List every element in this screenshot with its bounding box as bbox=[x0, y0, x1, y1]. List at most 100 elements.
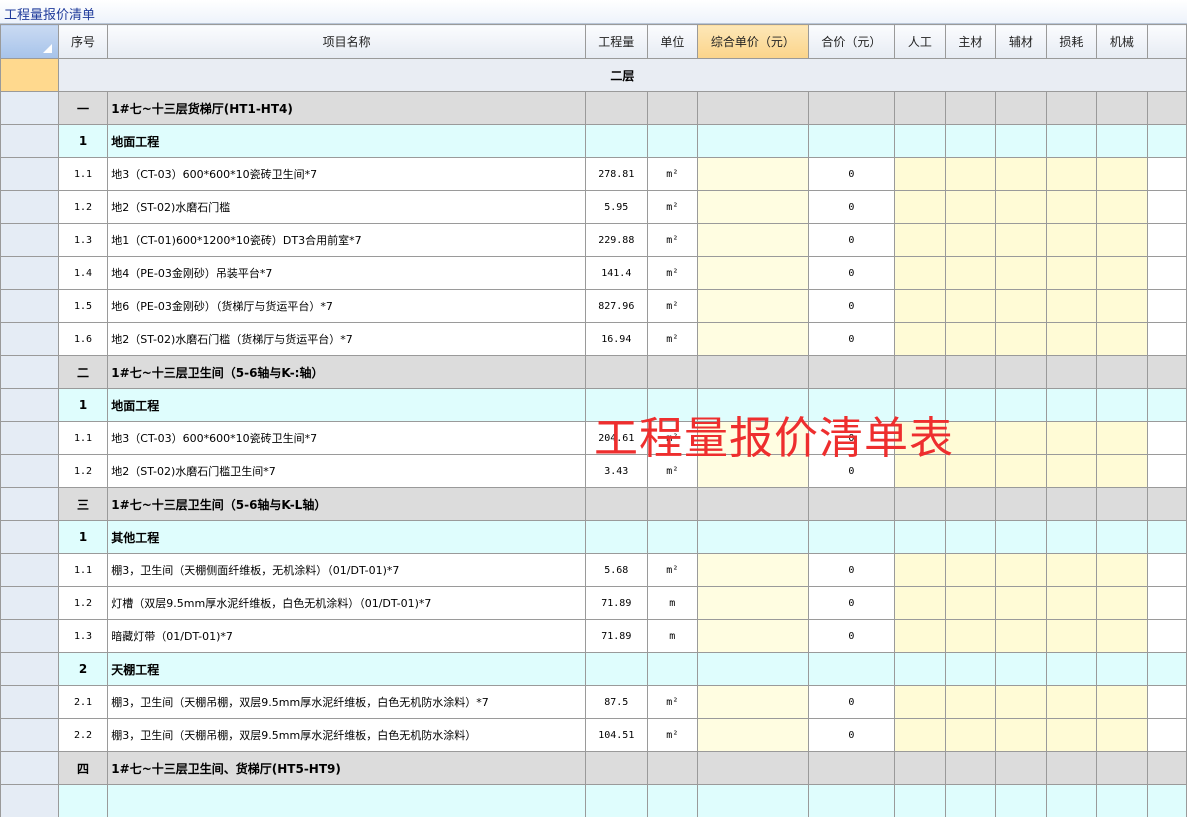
row-header[interactable] bbox=[0, 355, 59, 389]
unit-cell[interactable]: m² bbox=[646, 190, 699, 224]
loss-cell[interactable] bbox=[1045, 91, 1098, 125]
machine-cell[interactable] bbox=[1096, 322, 1148, 356]
item-name-cell[interactable] bbox=[107, 784, 587, 817]
loss-cell[interactable] bbox=[1045, 619, 1098, 653]
main-material-cell[interactable] bbox=[944, 619, 997, 653]
item-name-cell[interactable]: 地2（ST-02)水磨石门槛（货梯厅与货运平台）*7 bbox=[107, 322, 587, 356]
item-name-cell[interactable]: 暗藏灯带（01/DT-01)*7 bbox=[107, 619, 587, 653]
item-name-cell[interactable]: 1#七~十三层货梯厅(HT1-HT4) bbox=[107, 91, 587, 125]
seq-cell[interactable]: 1.1 bbox=[57, 421, 109, 455]
seq-cell[interactable]: 1.5 bbox=[57, 289, 109, 323]
unit-price-cell[interactable] bbox=[697, 256, 809, 290]
unit-cell[interactable]: m² bbox=[646, 256, 699, 290]
qty-cell[interactable] bbox=[585, 652, 648, 686]
qty-cell[interactable]: 278.81 bbox=[585, 157, 648, 191]
main-material-cell[interactable] bbox=[944, 751, 997, 785]
item-name-cell[interactable]: 1#七~十三层卫生间（5-6轴与K-:轴） bbox=[107, 355, 587, 389]
unit-price-cell[interactable] bbox=[697, 289, 809, 323]
aux-material-cell[interactable] bbox=[995, 520, 1047, 554]
seq-cell[interactable]: 1.1 bbox=[57, 553, 109, 587]
aux-material-cell[interactable] bbox=[995, 223, 1047, 257]
main-material-cell[interactable] bbox=[944, 520, 997, 554]
machine-cell[interactable] bbox=[1096, 157, 1148, 191]
unit-price-cell[interactable] bbox=[697, 619, 809, 653]
total-cell[interactable] bbox=[807, 751, 896, 785]
unit-price-cell[interactable] bbox=[697, 586, 809, 620]
labor-cell[interactable] bbox=[894, 157, 946, 191]
main-material-cell[interactable] bbox=[944, 124, 997, 158]
unit-price-cell[interactable] bbox=[697, 388, 809, 422]
labor-cell[interactable] bbox=[894, 322, 946, 356]
row-header[interactable] bbox=[0, 454, 59, 488]
table-row[interactable]: 1.4 地4（PE-03金刚砂）吊装平台*7 141.4 m² 0 bbox=[0, 256, 1187, 290]
unit-price-cell[interactable] bbox=[697, 190, 809, 224]
col-header-seq[interactable]: 序号 bbox=[57, 24, 109, 59]
machine-cell[interactable] bbox=[1096, 223, 1148, 257]
loss-cell[interactable] bbox=[1045, 487, 1098, 521]
aux-material-cell[interactable] bbox=[995, 289, 1047, 323]
unit-cell[interactable] bbox=[646, 91, 699, 125]
labor-cell[interactable] bbox=[894, 751, 946, 785]
qty-cell[interactable] bbox=[585, 124, 648, 158]
seq-cell[interactable]: 1.6 bbox=[57, 322, 109, 356]
table-row[interactable]: 1.3 地1（CT-01)600*1200*10瓷砖）DT3合用前室*7 229.8… bbox=[0, 223, 1187, 257]
main-material-cell[interactable] bbox=[944, 421, 997, 455]
seq-cell[interactable]: 2.1 bbox=[57, 685, 109, 719]
aux-material-cell[interactable] bbox=[995, 454, 1047, 488]
qty-cell[interactable]: 827.96 bbox=[585, 289, 648, 323]
seq-cell[interactable]: 1.3 bbox=[57, 619, 109, 653]
row-header[interactable] bbox=[0, 784, 59, 817]
machine-cell[interactable] bbox=[1096, 685, 1148, 719]
qty-cell[interactable]: 71.89 bbox=[585, 619, 648, 653]
item-name-cell[interactable]: 棚3，卫生间（天棚吊棚，双层9.5mm厚水泥纤维板，白色无机防水涂料）*7 bbox=[107, 685, 587, 719]
loss-cell[interactable] bbox=[1045, 322, 1098, 356]
total-cell[interactable] bbox=[807, 487, 896, 521]
seq-cell[interactable]: 1.4 bbox=[57, 256, 109, 290]
qty-cell[interactable]: 141.4 bbox=[585, 256, 648, 290]
machine-cell[interactable] bbox=[1096, 586, 1148, 620]
main-material-cell[interactable] bbox=[944, 388, 997, 422]
row-header[interactable] bbox=[0, 718, 59, 752]
total-cell[interactable]: 0 bbox=[807, 619, 896, 653]
unit-price-cell[interactable] bbox=[697, 454, 809, 488]
total-cell[interactable]: 0 bbox=[807, 553, 896, 587]
total-cell[interactable]: 0 bbox=[807, 256, 896, 290]
col-header-aux-material[interactable]: 辅材 bbox=[995, 24, 1047, 59]
col-header-name[interactable]: 项目名称 bbox=[107, 24, 587, 59]
table-row[interactable]: 2.2 棚3，卫生间（天棚吊棚，双层9.5mm厚水泥纤维板，白色无机防水涂料） 10… bbox=[0, 718, 1187, 752]
aux-material-cell[interactable] bbox=[995, 652, 1047, 686]
qty-cell[interactable] bbox=[585, 355, 648, 389]
col-header-total[interactable]: 合价（元） bbox=[807, 24, 896, 59]
main-material-cell[interactable] bbox=[944, 784, 997, 817]
machine-cell[interactable] bbox=[1096, 619, 1148, 653]
col-header-qty[interactable]: 工程量 bbox=[585, 24, 648, 59]
unit-price-cell[interactable] bbox=[697, 553, 809, 587]
loss-cell[interactable] bbox=[1045, 190, 1098, 224]
qty-cell[interactable]: 16.94 bbox=[585, 322, 648, 356]
labor-cell[interactable] bbox=[894, 520, 946, 554]
seq-cell[interactable]: 1.3 bbox=[57, 223, 109, 257]
item-name-cell[interactable]: 棚3，卫生间（天棚侧面纤维板，无机涂料）（01/DT-01)*7 bbox=[107, 553, 587, 587]
main-material-cell[interactable] bbox=[944, 487, 997, 521]
labor-cell[interactable] bbox=[894, 91, 946, 125]
table-row[interactable]: 1.2 地2（ST-02)水磨石门槛卫生间*7 3.43 m² 0 bbox=[0, 454, 1187, 488]
row-header[interactable] bbox=[0, 619, 59, 653]
machine-cell[interactable] bbox=[1096, 784, 1148, 817]
row-header[interactable] bbox=[0, 421, 59, 455]
unit-cell[interactable]: m² bbox=[646, 553, 699, 587]
seq-cell[interactable]: 2 bbox=[57, 652, 109, 686]
seq-cell[interactable]: 四 bbox=[57, 751, 109, 785]
unit-price-cell[interactable] bbox=[697, 355, 809, 389]
item-name-cell[interactable]: 地面工程 bbox=[107, 124, 587, 158]
machine-cell[interactable] bbox=[1096, 487, 1148, 521]
col-header-unit[interactable]: 单位 bbox=[646, 24, 699, 59]
main-material-cell[interactable] bbox=[944, 685, 997, 719]
total-cell[interactable] bbox=[807, 784, 896, 817]
row-header[interactable] bbox=[0, 58, 59, 92]
col-header-machine[interactable]: 机械 bbox=[1096, 24, 1148, 59]
row-header[interactable] bbox=[0, 223, 59, 257]
total-cell[interactable] bbox=[807, 520, 896, 554]
loss-cell[interactable] bbox=[1045, 124, 1098, 158]
main-material-cell[interactable] bbox=[944, 652, 997, 686]
total-cell[interactable] bbox=[807, 91, 896, 125]
